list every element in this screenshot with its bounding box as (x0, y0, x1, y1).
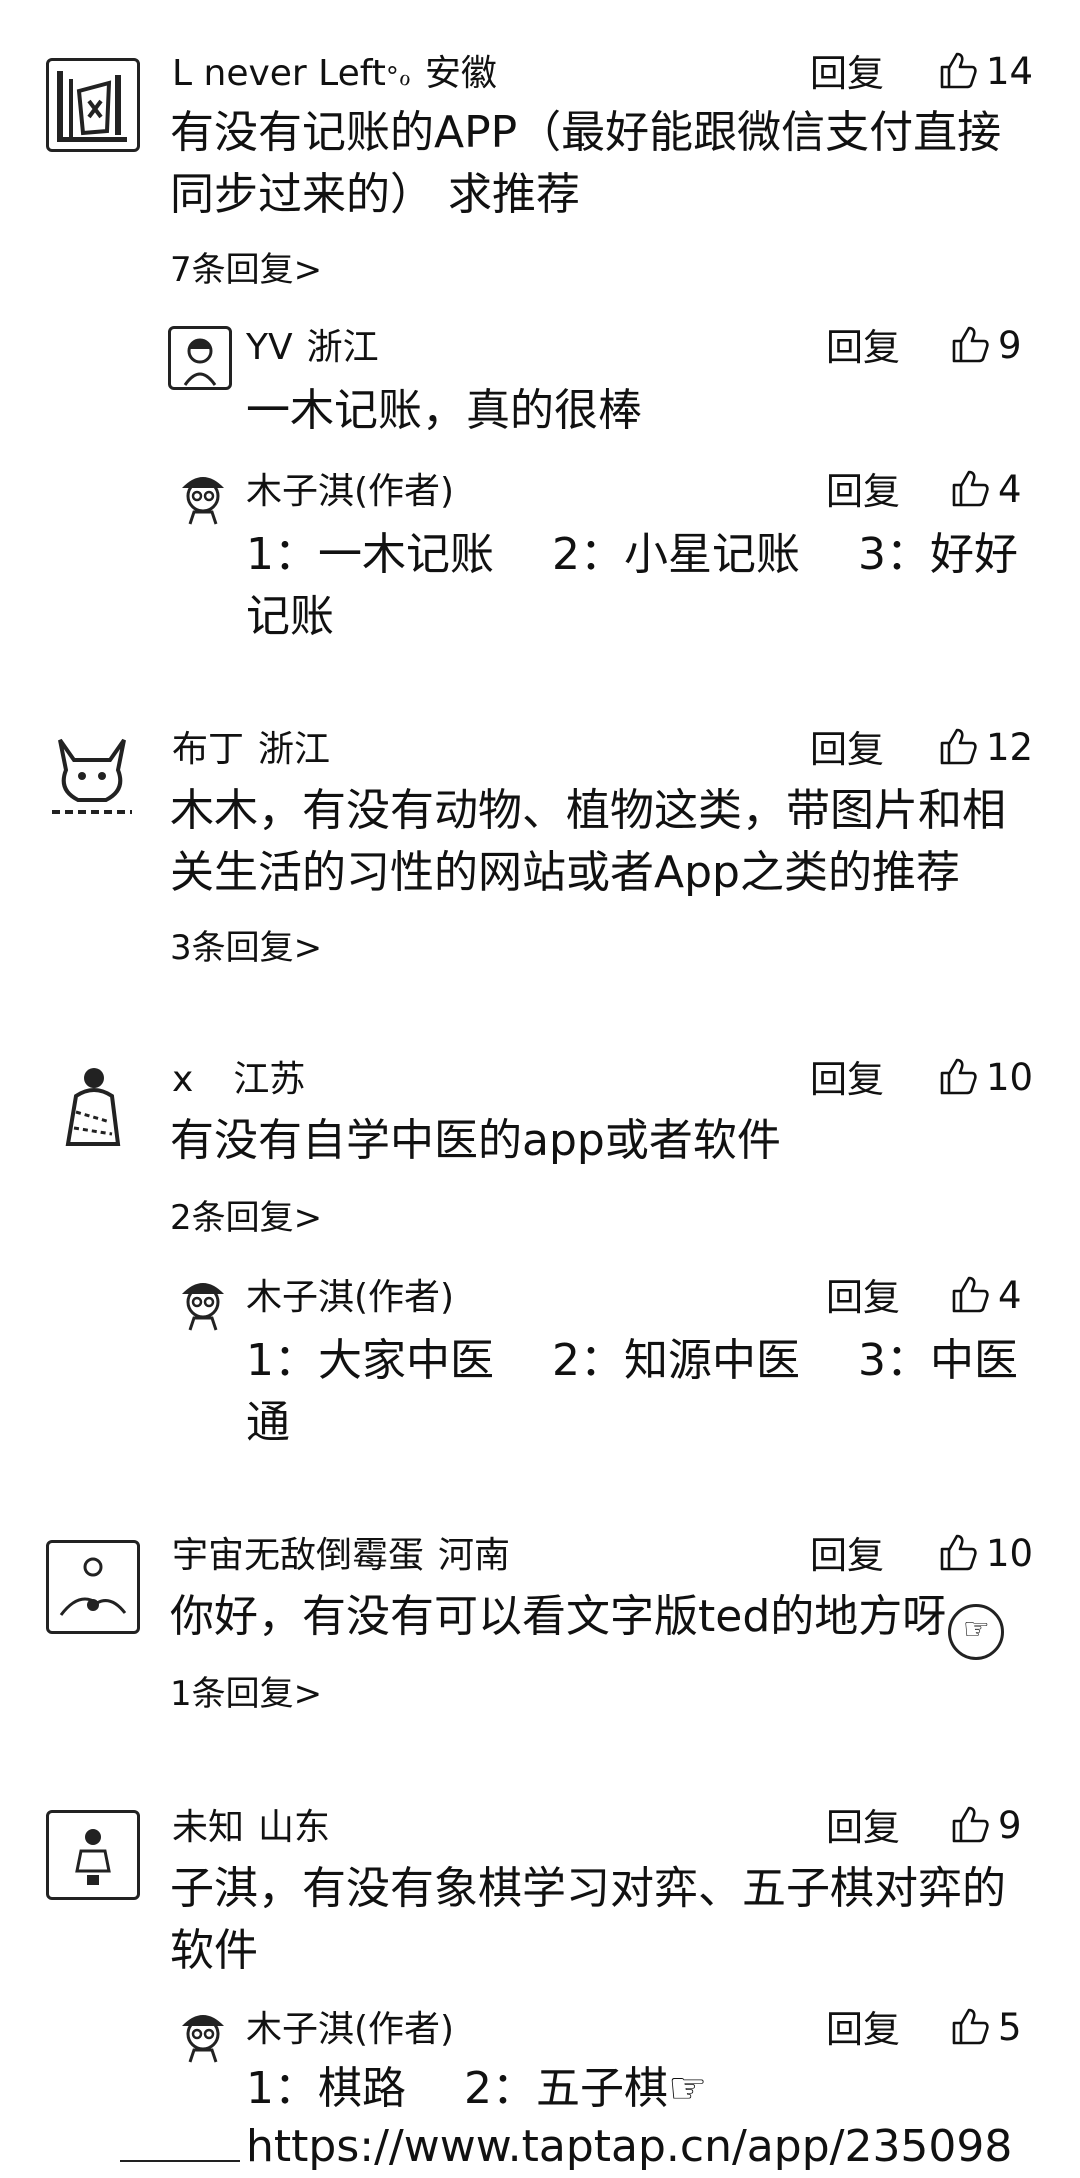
reply-button[interactable]: 回复 (810, 728, 884, 772)
location: 江苏 (233, 1059, 306, 1100)
like-count: 10 (986, 1056, 1034, 1099)
reply-button[interactable]: 回复 (826, 1276, 900, 1320)
like-count: 9 (998, 324, 1022, 367)
username[interactable]: L never Left (172, 53, 386, 94)
comment-author[interactable]: 布丁 浙江 (172, 728, 330, 772)
reply-button[interactable]: 回复 (810, 1534, 884, 1578)
like-button[interactable]: 5 (950, 2006, 1022, 2050)
username[interactable]: 布丁 (172, 729, 244, 770)
like-button[interactable]: 9 (950, 1804, 1022, 1848)
like-button[interactable]: 12 (938, 726, 1033, 770)
avatar[interactable] (46, 1810, 140, 1900)
comment-text: 有没有自学中医的app或者软件 (170, 1115, 781, 1166)
avatar[interactable] (176, 1272, 230, 1332)
reply-author[interactable]: YV 浙江 (246, 326, 379, 370)
reply-text: 1：棋路 2：五子棋☞ (246, 2063, 708, 2114)
location: 浙江 (306, 327, 379, 368)
username[interactable]: x (172, 1059, 193, 1100)
emoji-icon: ☞ (948, 1604, 1005, 1660)
like-button[interactable]: 9 (950, 324, 1022, 368)
username[interactable]: 木子淇(作者) (246, 2009, 454, 2050)
avatar[interactable] (46, 58, 140, 152)
username[interactable]: 宇宙无敌倒霉蛋 (172, 1535, 424, 1576)
reply-button[interactable]: 回复 (826, 2008, 900, 2052)
location: 浙江 (258, 729, 331, 770)
decoration-icon: °ℴ (385, 62, 411, 92)
comment-author[interactable]: L never Left°ℴ 安徽 (172, 52, 497, 99)
thumbs-up-icon (940, 52, 977, 89)
username[interactable]: 木子淇(作者) (246, 471, 454, 512)
reply-text: 一木记账，真的很棒 (246, 385, 642, 436)
like-count: 10 (986, 1532, 1034, 1575)
like-count: 4 (998, 468, 1022, 511)
reply-button[interactable]: 回复 (826, 326, 900, 370)
comment-text: 木木，有没有动物、植物这类，带图片和相关生活的习性的网站或者App之类的推荐 (170, 785, 1006, 898)
like-count: 12 (986, 726, 1034, 769)
reply-author[interactable]: 木子淇(作者) (246, 2008, 454, 2052)
like-button[interactable]: 10 (938, 1532, 1033, 1576)
like-count: 5 (998, 2006, 1022, 2049)
like-button[interactable]: 10 (938, 1056, 1033, 1100)
comment-text-body: 你好，有没有可以看文字版ted的地方呀 (170, 1591, 947, 1642)
divider (120, 2160, 240, 2162)
like-button[interactable]: 4 (950, 468, 1022, 512)
comment-author[interactable]: x 江苏 (172, 1058, 305, 1102)
like-count: 14 (986, 50, 1034, 93)
avatar[interactable] (168, 326, 232, 390)
view-replies-link[interactable]: 3条回复> (170, 926, 322, 970)
location: 安徽 (424, 53, 497, 94)
comment-author[interactable]: 宇宙无敌倒霉蛋 河南 (172, 1534, 510, 1578)
thumbs-up-icon (952, 470, 989, 507)
avatar[interactable] (52, 1062, 132, 1152)
avatar[interactable] (176, 466, 230, 526)
thumbs-up-icon (940, 728, 977, 765)
view-replies-link[interactable]: 1条回复> (170, 1672, 322, 1716)
reply-text: 1：一木记账 2：小星记账 3：好好记账 (246, 529, 1018, 642)
reply-text: 1：大家中医 2：知源中医 3：中医通 (246, 1335, 1018, 1448)
reply-button[interactable]: 回复 (810, 1058, 884, 1102)
thumbs-up-icon (952, 1276, 989, 1313)
thumbs-up-icon (952, 1806, 989, 1843)
like-button[interactable]: 4 (950, 1274, 1022, 1318)
thumbs-up-icon (940, 1058, 977, 1095)
avatar[interactable] (46, 730, 138, 822)
avatar[interactable] (176, 2004, 230, 2064)
reply-button[interactable]: 回复 (826, 470, 900, 514)
comment-author[interactable]: 未知 山东 (172, 1806, 330, 1850)
comment-text: 有没有记账的APP（最好能跟微信支付直接同步过来的） 求推荐 (170, 107, 1002, 220)
thumbs-up-icon (952, 2008, 989, 2045)
location: 山东 (258, 1807, 331, 1848)
view-replies-link[interactable]: 7条回复> (170, 248, 322, 292)
comment-text: 子淇，有没有象棋学习对弈、五子棋对弈的软件 (170, 1863, 1006, 1976)
username[interactable]: 未知 (172, 1807, 244, 1848)
thumbs-up-icon (952, 326, 989, 363)
reply-author[interactable]: 木子淇(作者) (246, 470, 454, 514)
app-link[interactable]: https://www.taptap.cn/app/235098 (246, 2116, 1046, 2178)
like-button[interactable]: 14 (938, 50, 1033, 94)
reply-button[interactable]: 回复 (810, 52, 884, 96)
username[interactable]: YV (246, 327, 293, 368)
view-replies-link[interactable]: 2条回复> (170, 1196, 322, 1240)
avatar[interactable] (46, 1540, 140, 1634)
reply-button[interactable]: 回复 (826, 1806, 900, 1850)
thumbs-up-icon (940, 1534, 977, 1571)
like-count: 9 (998, 1804, 1022, 1847)
reply-author[interactable]: 木子淇(作者) (246, 1276, 454, 1320)
comment-text: 你好，有没有可以看文字版ted的地方呀 ☞ (170, 1586, 1030, 1660)
location: 河南 (438, 1535, 511, 1576)
username[interactable]: 木子淇(作者) (246, 1277, 454, 1318)
like-count: 4 (998, 1274, 1022, 1317)
